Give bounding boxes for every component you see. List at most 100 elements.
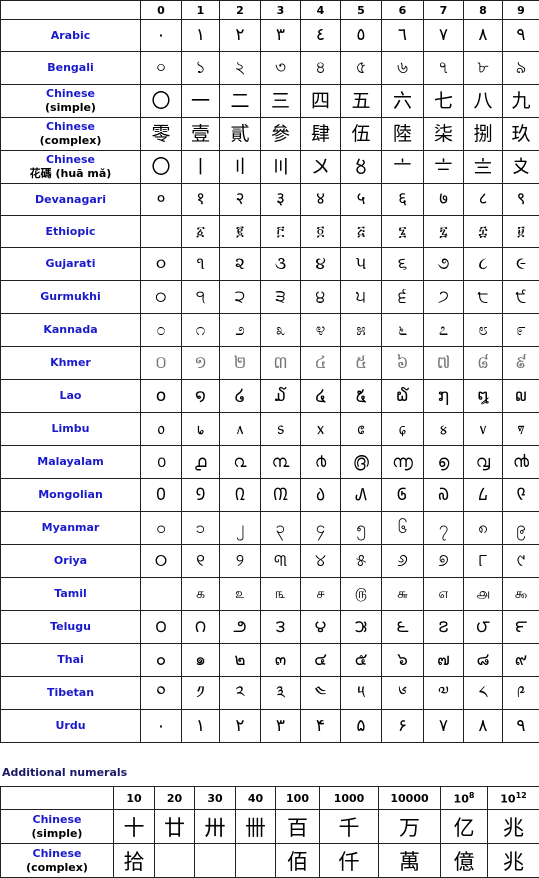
digit-cell: ᥍ bbox=[424, 413, 464, 446]
digit-cell: ༩ bbox=[503, 677, 539, 710]
digit-cell: ፰ bbox=[464, 216, 503, 248]
digit-cell: ९ bbox=[503, 184, 539, 216]
digit-cell: ৭ bbox=[424, 52, 464, 85]
script-label: Chinese(simple) bbox=[1, 85, 141, 118]
digit-cell: ౪ bbox=[301, 611, 341, 644]
digit-cell: ੯ bbox=[503, 281, 539, 314]
digit-cell: ໙ bbox=[503, 380, 539, 413]
digit-cell: ౯ bbox=[503, 611, 539, 644]
digit-cell: ༤ bbox=[301, 677, 341, 710]
table-row: Chinese(complex)零壹貳參肆伍陸柒捌玖 bbox=[1, 118, 539, 151]
digit-cell: ၅ bbox=[341, 512, 382, 545]
header-corner bbox=[1, 1, 141, 20]
script-name: Chinese bbox=[1, 120, 140, 134]
script-label: Ethiopic bbox=[1, 216, 141, 248]
digit-cell: 八 bbox=[464, 85, 503, 118]
digit-cell: ୫ bbox=[341, 545, 382, 578]
digit-cell: ४ bbox=[301, 184, 341, 216]
digit-cell: ໕ bbox=[341, 380, 382, 413]
digit-cell: ३ bbox=[261, 184, 301, 216]
digit-cell: ৩ bbox=[261, 52, 301, 85]
script-label: Telugu bbox=[1, 611, 141, 644]
numeral-cell: 卅 bbox=[195, 810, 236, 844]
digit-cell: ੩ bbox=[261, 281, 301, 314]
script-name: Myanmar bbox=[1, 521, 140, 535]
table-row: Malayalam൦൧൨൩൪൫൬൭൮൯ bbox=[1, 446, 539, 479]
digit-cell: ᠐ bbox=[141, 479, 182, 512]
script-name: Khmer bbox=[1, 356, 140, 370]
digit-cell: ᠒ bbox=[220, 479, 261, 512]
digit-cell: ૦ bbox=[141, 248, 182, 281]
digit-cell: ૫ bbox=[341, 248, 382, 281]
digit-cell: ፱ bbox=[503, 216, 539, 248]
script-label: Tibetan bbox=[1, 677, 141, 710]
digit-cell: ٧ bbox=[424, 20, 464, 52]
digit-cell: ೬ bbox=[382, 314, 424, 347]
column-header-6: 6 bbox=[382, 1, 424, 20]
digit-cell: ༣ bbox=[261, 677, 301, 710]
digit-cell: ٢ bbox=[220, 20, 261, 52]
digit-cell: ๓ bbox=[261, 644, 301, 677]
digit-cell: 〇 bbox=[141, 151, 182, 184]
digit-cell: ໑ bbox=[182, 380, 220, 413]
digit-cell: ๐ bbox=[141, 644, 182, 677]
script-label: Kannada bbox=[1, 314, 141, 347]
digit-cell: ៧ bbox=[424, 347, 464, 380]
digit-cell: 〩 bbox=[503, 151, 539, 184]
script-label: Chinese(complex) bbox=[1, 844, 114, 878]
column-header: 108 bbox=[441, 787, 488, 810]
digit-cell: ٥ bbox=[341, 20, 382, 52]
script-label: Gurmukhi bbox=[1, 281, 141, 314]
table-row: Limbu᥆᥇᥈᥉᥊᥋᥌᥍᥎᥏ bbox=[1, 413, 539, 446]
digit-cell: ๗ bbox=[424, 644, 464, 677]
script-name: Malayalam bbox=[1, 455, 140, 469]
column-header-1: 1 bbox=[182, 1, 220, 20]
digit-cell: ໒ bbox=[220, 380, 261, 413]
script-label: Mongolian bbox=[1, 479, 141, 512]
digit-cell: 伍 bbox=[341, 118, 382, 151]
digit-cell: ٨ bbox=[464, 20, 503, 52]
script-name: Gujarati bbox=[1, 257, 140, 271]
digit-cell: 肆 bbox=[301, 118, 341, 151]
script-label: Myanmar bbox=[1, 512, 141, 545]
digit-cell: ๖ bbox=[382, 644, 424, 677]
digit-cell: 五 bbox=[341, 85, 382, 118]
digit-cell: ੬ bbox=[382, 281, 424, 314]
script-label: Thai bbox=[1, 644, 141, 677]
digit-cell: ၄ bbox=[301, 512, 341, 545]
digit-cell: ፬ bbox=[301, 216, 341, 248]
numeral-cell: 十 bbox=[114, 810, 155, 844]
digit-cell: ৫ bbox=[341, 52, 382, 85]
script-label: Tamil bbox=[1, 578, 141, 611]
digit-cell: ૬ bbox=[382, 248, 424, 281]
table-row: Chinese(simple)〇一二三四五六七八九 bbox=[1, 85, 539, 118]
digit-cell: ൭ bbox=[424, 446, 464, 479]
digit-cell: ௬ bbox=[382, 578, 424, 611]
table-row: Urdu۰۱۲۳۴۵۶۷۸۹ bbox=[1, 710, 539, 743]
digit-cell: ๑ bbox=[182, 644, 220, 677]
numeral-cell: 廿 bbox=[155, 810, 195, 844]
digit-cell: ᥌ bbox=[382, 413, 424, 446]
digit-cell: 〣 bbox=[261, 151, 301, 184]
table-row: Devanagari०१२३४५६७८९ bbox=[1, 184, 539, 216]
digit-cell: ൫ bbox=[341, 446, 382, 479]
table-row: Telugu౦౧౨౩౪౫౬౭౮౯ bbox=[1, 611, 539, 644]
table-row: Tibetan༠༡༢༣༤༥༦༧༨༩ bbox=[1, 677, 539, 710]
digit-cell: ២ bbox=[220, 347, 261, 380]
table-row: Oriya୦୧୨୩୪୫୬୭୮୯ bbox=[1, 545, 539, 578]
column-header-8: 8 bbox=[464, 1, 503, 20]
digit-cell: ൦ bbox=[141, 446, 182, 479]
script-name: Chinese bbox=[1, 847, 113, 861]
digit-cell: ೩ bbox=[261, 314, 301, 347]
digit-cell: 壹 bbox=[182, 118, 220, 151]
digit-cell: ੦ bbox=[141, 281, 182, 314]
column-header: 10 bbox=[114, 787, 155, 810]
script-subtitle: 花碼 (huā mǎ) bbox=[1, 167, 140, 181]
table-row: Ethiopic፩፪፫፬፭፮፯፰፱ bbox=[1, 216, 539, 248]
digit-cell: ۵ bbox=[341, 710, 382, 743]
column-header-7: 7 bbox=[424, 1, 464, 20]
script-name: Thai bbox=[1, 653, 140, 667]
digit-cell: ০ bbox=[141, 52, 182, 85]
digit-cell: १ bbox=[182, 184, 220, 216]
digit-cell: ৪ bbox=[301, 52, 341, 85]
